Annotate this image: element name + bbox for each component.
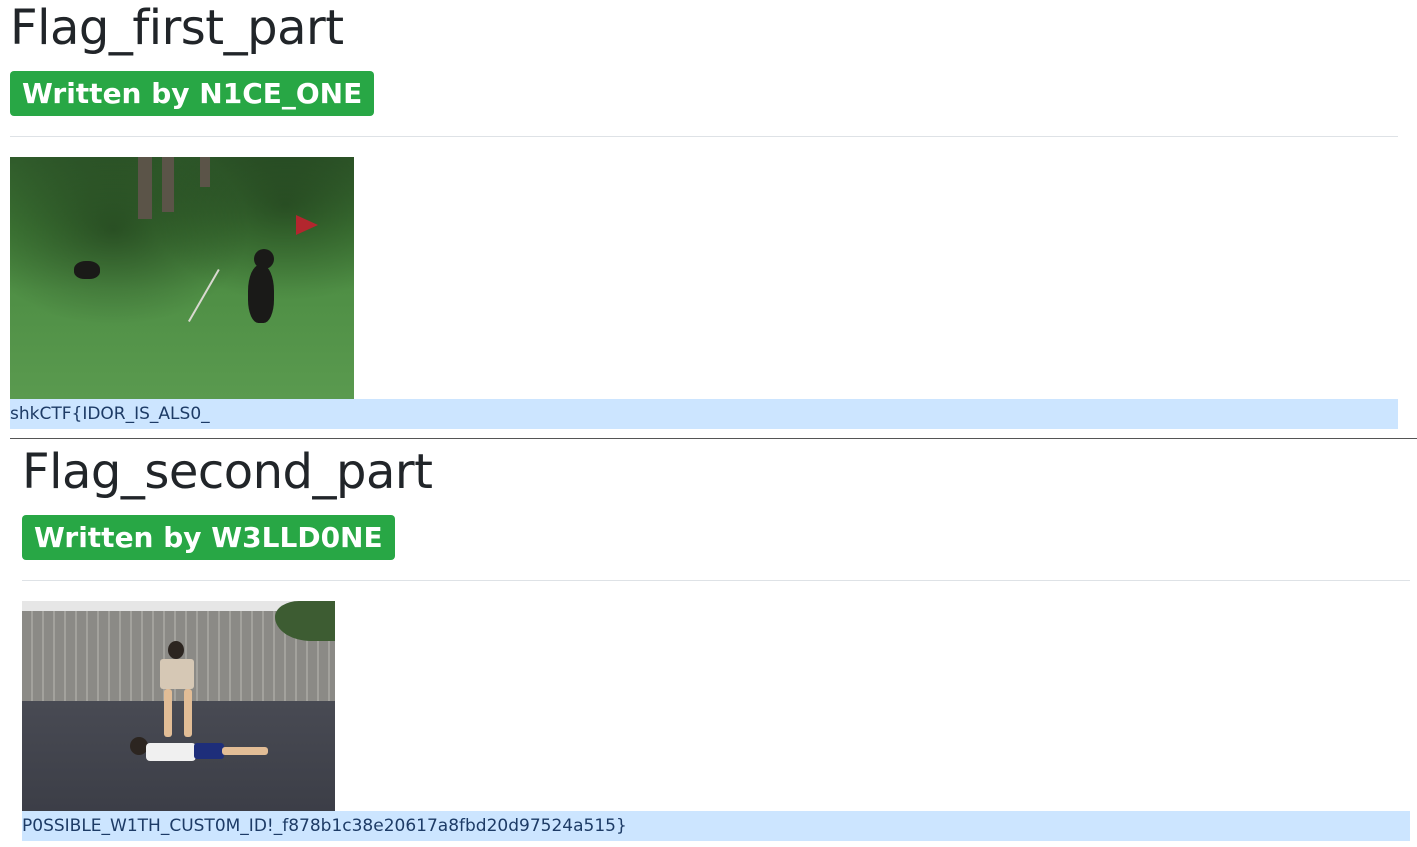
tree-trunk — [162, 157, 174, 212]
post-second-part: Flag_second_part Written by W3LLD0NE P0S… — [22, 440, 1410, 841]
tree-trunk — [138, 157, 152, 219]
post-image-bear — [10, 157, 354, 399]
flag-text: P0SSIBLE_W1TH_CUST0M_ID!_f878b1c38e20617… — [22, 811, 1410, 841]
tree-trunk — [200, 157, 210, 187]
grass-background — [10, 157, 354, 399]
post-image-kids — [22, 601, 335, 811]
author-badge: Written by W3LLD0NE — [22, 515, 395, 560]
divider — [22, 580, 1410, 581]
bear-standing — [248, 265, 274, 323]
lying-kid-shirt — [146, 743, 196, 761]
standing-kid-shirt — [160, 659, 194, 689]
lying-kid-shorts — [194, 743, 224, 759]
standing-kid-leg — [184, 689, 192, 737]
post-title: Flag_first_part — [10, 0, 344, 56]
flag-text: shkCTF{IDOR_IS_ALS0_ — [10, 399, 1398, 429]
golf-flag-icon — [296, 215, 318, 235]
post-first-part: Flag_first_part Written by N1CE_ONE shkC… — [10, 0, 1398, 429]
standing-kid-leg — [164, 689, 172, 737]
standing-kid-head — [168, 641, 184, 659]
bear-cub-small — [74, 261, 100, 279]
author-badge: Written by N1CE_ONE — [10, 71, 375, 116]
bear-head — [254, 249, 274, 269]
post-separator — [10, 438, 1417, 439]
post-title: Flag_second_part — [22, 444, 433, 500]
lying-kid-legs — [222, 747, 268, 755]
divider — [10, 136, 1398, 137]
